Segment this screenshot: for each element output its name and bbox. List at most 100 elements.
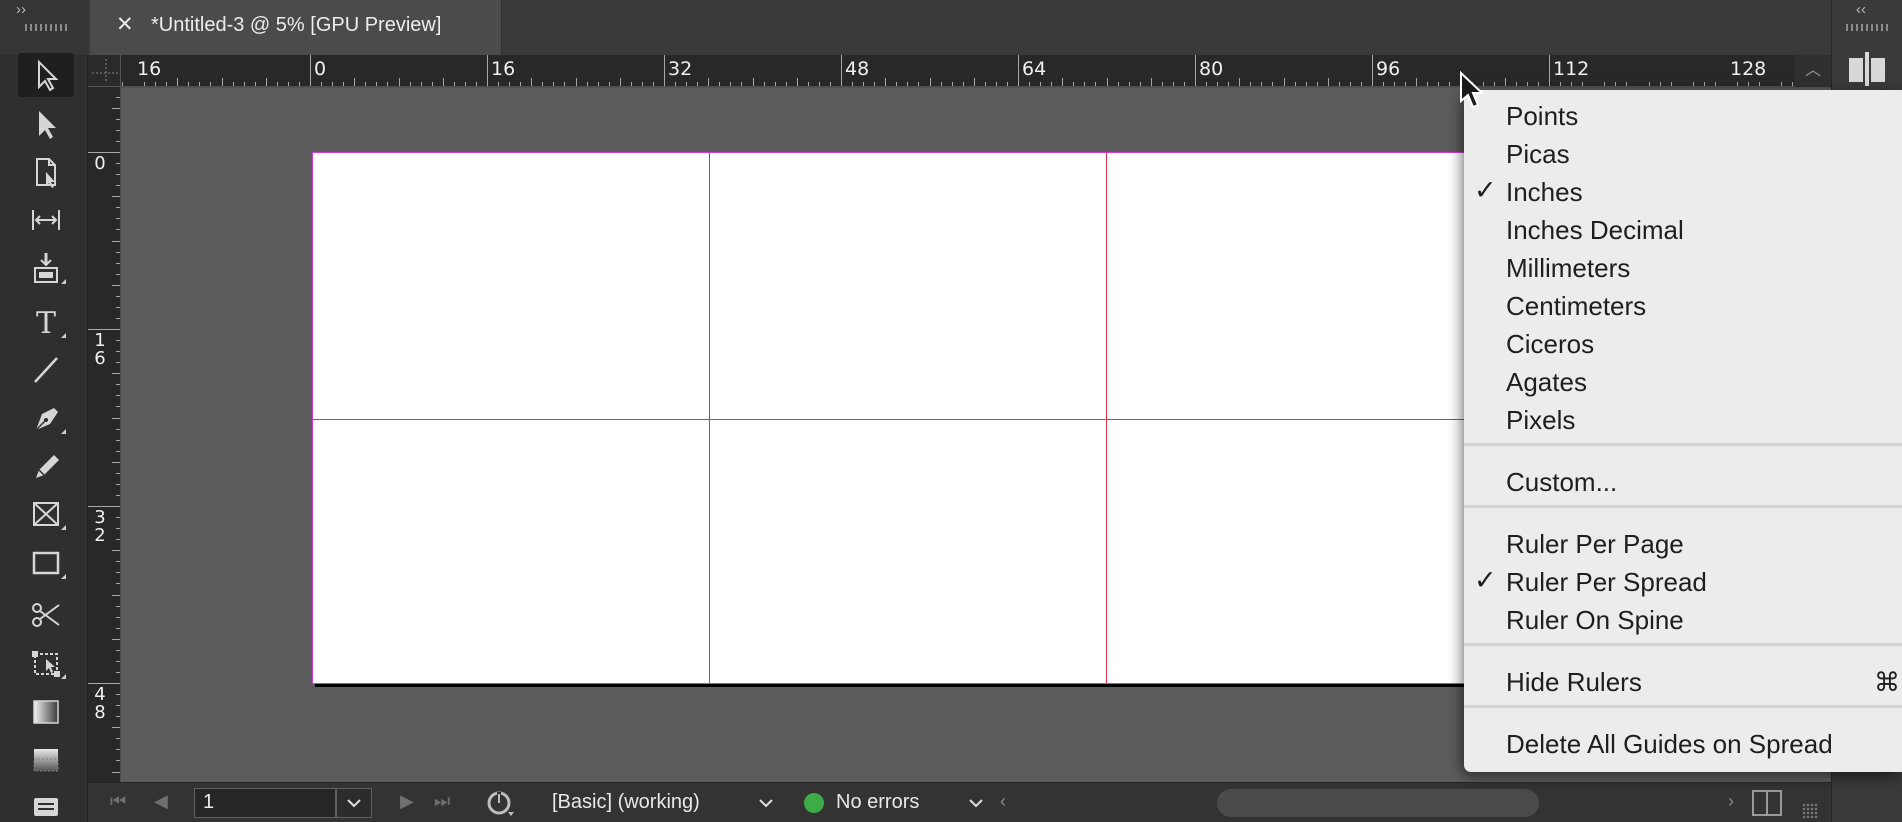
- vertical-ruler[interactable]: 0 16 32 48: [88, 87, 121, 783]
- menu-item-centimeters[interactable]: Centimeters: [1464, 288, 1902, 324]
- close-tab-icon[interactable]: ✕: [116, 12, 134, 37]
- menu-item-custom[interactable]: Custom...: [1464, 464, 1902, 500]
- ruler-tick: [564, 82, 566, 86]
- split-view-icon[interactable]: [1752, 790, 1782, 816]
- menu-item-ruler-on-spine[interactable]: Ruler On Spine: [1464, 602, 1902, 638]
- rectangle-tool[interactable]: [18, 541, 74, 585]
- menu-item-millimeters[interactable]: Millimeters: [1464, 250, 1902, 286]
- menu-item-shortcut: ⌘R: [1874, 667, 1902, 697]
- menu-item-hide-rulers[interactable]: Hide Rulers ⌘R: [1464, 664, 1902, 700]
- ruler-tick: [1272, 82, 1274, 86]
- horizontal-scrollbar[interactable]: [1217, 789, 1539, 817]
- page-dropdown[interactable]: [336, 788, 372, 818]
- ruler-tick: [116, 174, 120, 176]
- document-tab[interactable]: ✕ *Untitled-3 @ 5% [GPU Preview]: [90, 0, 502, 55]
- ruler-tick: [1261, 82, 1263, 86]
- page-tool[interactable]: [18, 150, 74, 194]
- pen-tool[interactable]: [18, 396, 74, 440]
- ruler-tick: [852, 82, 854, 86]
- tools-panel: T: [0, 53, 88, 822]
- scissors-tool[interactable]: [18, 593, 74, 637]
- gap-tool[interactable]: [18, 198, 74, 242]
- chevron-down-icon[interactable]: [754, 791, 778, 815]
- collapse-panel-icon[interactable]: ››: [16, 1, 26, 18]
- menu-item-delete-all-guides-on-spread[interactable]: Delete All Guides on Spread: [1464, 726, 1902, 762]
- ruler-label-digit: 2: [94, 525, 106, 546]
- preflight-profile[interactable]: [Basic] (working): [552, 791, 700, 814]
- document-page[interactable]: [312, 152, 1662, 684]
- menu-item-picas[interactable]: Picas: [1464, 136, 1902, 172]
- preflight-icon[interactable]: [486, 790, 516, 818]
- preflight-errors[interactable]: No errors: [836, 791, 919, 814]
- ruler-tick: [1759, 82, 1761, 86]
- panel-grip[interactable]: [1846, 24, 1888, 31]
- ruler-tick: [1106, 78, 1108, 86]
- page-number-field[interactable]: 1: [194, 788, 336, 818]
- ruler-tick: [1117, 82, 1119, 86]
- ruler-tick: [1615, 82, 1617, 86]
- content-collector-tool[interactable]: [18, 246, 74, 290]
- menu-item-label: Inches Decimal: [1506, 215, 1684, 245]
- ruler-tick: [343, 82, 345, 86]
- last-page-icon[interactable]: ⏭: [434, 791, 450, 812]
- free-transform-tool[interactable]: [18, 641, 74, 685]
- menu-item-label: Points: [1506, 101, 1579, 131]
- menu-separator: [1464, 443, 1902, 446]
- gradient-feather-tool[interactable]: [18, 738, 74, 782]
- ruler-tick: [116, 251, 120, 253]
- gap-icon: [32, 210, 60, 230]
- flyout-indicator-icon: [61, 525, 66, 530]
- ruler-tick: [1239, 78, 1241, 86]
- menu-item-inches-decimal[interactable]: Inches Decimal: [1464, 212, 1902, 248]
- ruler-tick: [116, 273, 120, 275]
- menu-item-ruler-per-page[interactable]: Ruler Per Page: [1464, 526, 1902, 562]
- ruler-tick: [774, 82, 776, 86]
- ruler-tick: [652, 82, 654, 86]
- menu-item-agates[interactable]: Agates: [1464, 364, 1902, 400]
- resize-grip-icon[interactable]: [1802, 803, 1818, 819]
- ruler-tick: [1781, 82, 1783, 86]
- menu-item-points[interactable]: Points: [1464, 98, 1902, 134]
- gradient-swatch-tool[interactable]: [18, 690, 74, 734]
- scroll-left-icon[interactable]: ‹: [1000, 791, 1006, 812]
- selection-tool[interactable]: [18, 53, 74, 97]
- next-page-icon[interactable]: ▶: [400, 791, 414, 812]
- ruler-tick: [1792, 82, 1794, 86]
- scroll-up-icon[interactable]: ︿: [1795, 55, 1831, 87]
- menu-item-inches[interactable]: ✓ Inches: [1464, 174, 1902, 210]
- note-tool[interactable]: [18, 786, 74, 822]
- rectangle-frame-tool[interactable]: [18, 492, 74, 536]
- ruler-tick: [116, 716, 120, 718]
- column-guide[interactable]: [709, 153, 710, 683]
- menu-item-pixels[interactable]: Pixels: [1464, 402, 1902, 438]
- pages-panel-icon[interactable]: [1846, 50, 1888, 88]
- line-tool[interactable]: [18, 348, 74, 392]
- panel-grip[interactable]: [25, 24, 69, 31]
- ruler-tick: [116, 649, 120, 651]
- scroll-right-icon[interactable]: ›: [1728, 791, 1734, 812]
- column-guide[interactable]: [1106, 153, 1107, 683]
- ruler-tick: [116, 627, 120, 629]
- ruler-tick: [112, 638, 120, 640]
- ruler-tick: [1062, 78, 1064, 86]
- expand-panels-icon[interactable]: ‹‹: [1856, 1, 1866, 18]
- ruler-tick: [597, 82, 599, 86]
- ruler-origin[interactable]: [88, 55, 121, 87]
- previous-page-icon[interactable]: ◀: [154, 791, 168, 812]
- ruler-tick: [807, 82, 809, 86]
- horizontal-ruler[interactable]: 16 0 16 32 48 64 80 96 112 128: [121, 55, 1795, 87]
- direct-selection-tool[interactable]: [18, 102, 74, 146]
- ruler-tick: [641, 82, 643, 86]
- ruler-tick: [1537, 82, 1539, 86]
- first-page-icon[interactable]: ⏮: [110, 791, 126, 812]
- pencil-tool[interactable]: [18, 444, 74, 488]
- menu-item-ruler-per-spread[interactable]: ✓ Ruler Per Spread: [1464, 564, 1902, 600]
- row-guide[interactable]: [313, 419, 1661, 420]
- type-tool[interactable]: T: [18, 300, 74, 344]
- ruler-tick: [1161, 82, 1163, 86]
- ruler-tick: [112, 196, 120, 198]
- ruler-tick: [730, 82, 732, 86]
- menu-item-ciceros[interactable]: Ciceros: [1464, 326, 1902, 362]
- ruler-tick: [752, 78, 754, 86]
- chevron-down-icon[interactable]: [964, 791, 988, 815]
